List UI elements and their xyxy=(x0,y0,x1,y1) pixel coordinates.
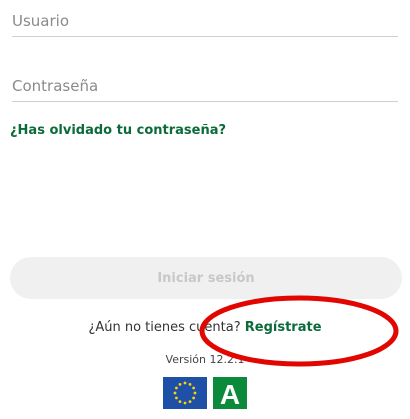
password-field[interactable] xyxy=(12,77,398,102)
username-input[interactable] xyxy=(12,12,398,36)
eu-flag-icon xyxy=(163,377,207,409)
login-button[interactable]: Iniciar sesión xyxy=(10,257,402,299)
footer-logos: A xyxy=(0,376,410,410)
password-input[interactable] xyxy=(12,77,398,101)
signup-row: ¿Aún no tienes cuenta? Regístrate xyxy=(0,320,410,335)
andalucia-letter: A xyxy=(220,379,240,409)
forgot-password-link[interactable]: ¿Has olvidado tu contraseña? xyxy=(10,123,226,138)
signup-link[interactable]: Regístrate xyxy=(245,320,322,335)
junta-andalucia-logo: A xyxy=(213,377,247,409)
signup-prompt: ¿Aún no tienes cuenta? xyxy=(88,320,241,335)
username-field[interactable] xyxy=(12,12,398,37)
app-version: Versión 12.2.1 xyxy=(165,353,245,366)
